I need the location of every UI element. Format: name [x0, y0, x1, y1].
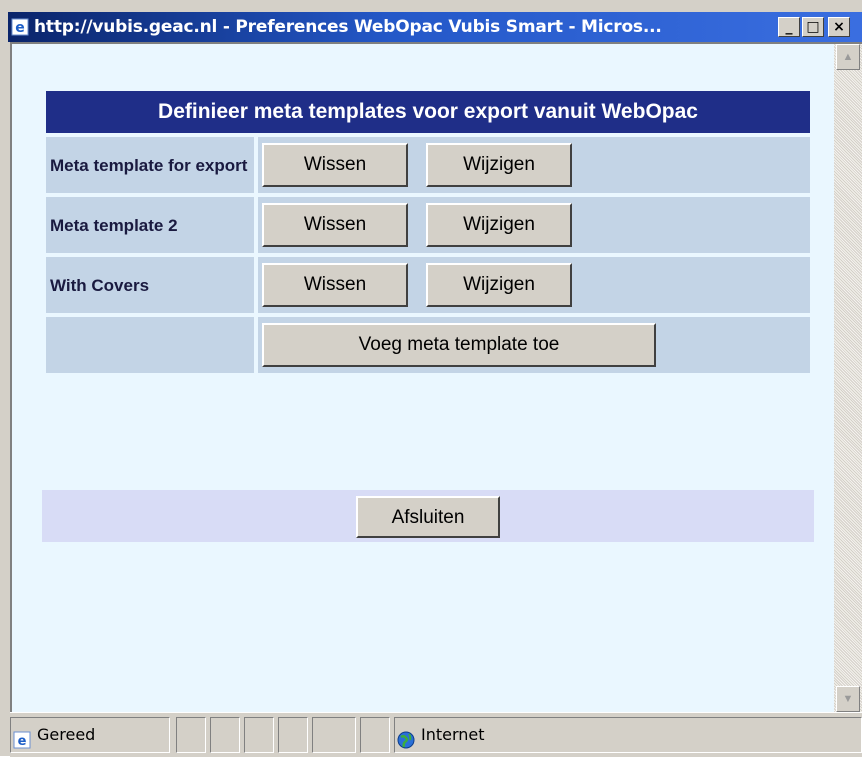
delete-template-button[interactable]: Wissen [262, 143, 408, 187]
zone-text: Internet [421, 725, 485, 744]
status-pane-empty [278, 717, 308, 753]
vertical-scrollbar[interactable]: ▲ ▼ [834, 44, 862, 712]
globe-icon [397, 727, 415, 748]
status-pane-empty [360, 717, 390, 753]
status-pane: e Gereed [10, 717, 170, 753]
template-row: With Covers Wissen Wijzigen [46, 257, 810, 313]
template-actions: Wissen Wijzigen [258, 137, 810, 193]
scroll-down-button[interactable]: ▼ [836, 686, 860, 712]
maximize-icon: □ [806, 19, 820, 35]
edit-template-button[interactable]: Wijzigen [426, 263, 572, 307]
title-bar[interactable]: e http://vubis.geac.nl - Preferences Web… [8, 12, 862, 42]
svg-text:e: e [18, 734, 27, 749]
zone-pane: Internet [394, 717, 862, 753]
empty-label-cell [46, 317, 254, 373]
add-actions: Voeg meta template toe [258, 317, 810, 373]
delete-template-button[interactable]: Wissen [262, 263, 408, 307]
svg-text:e: e [15, 20, 25, 36]
footer-bar: Afsluiten [42, 490, 814, 542]
status-pane-empty [244, 717, 274, 753]
status-pane-empty [312, 717, 356, 753]
arrow-down-icon: ▼ [842, 693, 854, 705]
maximize-button[interactable]: □ [802, 17, 824, 37]
add-row: Voeg meta template toe [46, 317, 810, 373]
close-button[interactable]: Afsluiten [356, 496, 500, 538]
status-pane-empty [176, 717, 206, 753]
minimize-button[interactable]: _ [778, 17, 800, 37]
arrow-up-icon: ▲ [842, 51, 854, 63]
delete-template-button[interactable]: Wissen [262, 203, 408, 247]
status-text: Gereed [37, 725, 96, 744]
templates-table: Definieer meta templates voor export van… [42, 87, 814, 377]
browser-window: e http://vubis.geac.nl - Preferences Web… [0, 0, 862, 757]
ie-page-icon: e [10, 17, 30, 37]
template-name: Meta template for export [46, 137, 254, 193]
template-row: Meta template for export Wissen Wijzigen [46, 137, 810, 193]
edit-template-button[interactable]: Wijzigen [426, 203, 572, 247]
template-actions: Wissen Wijzigen [258, 257, 810, 313]
close-window-button[interactable]: × [828, 17, 850, 37]
template-row: Meta template 2 Wissen Wijzigen [46, 197, 810, 253]
template-name: With Covers [46, 257, 254, 313]
minimize-icon: _ [785, 19, 793, 35]
window-title: http://vubis.geac.nl - Preferences WebOp… [34, 17, 662, 37]
template-name: Meta template 2 [46, 197, 254, 253]
add-template-button[interactable]: Voeg meta template toe [262, 323, 656, 367]
ie-page-icon: e [13, 727, 31, 749]
content-frame: Definieer meta templates voor export van… [10, 42, 862, 712]
page-heading: Definieer meta templates voor export van… [46, 91, 810, 133]
edit-template-button[interactable]: Wijzigen [426, 143, 572, 187]
close-icon: × [833, 19, 845, 35]
page-content: Definieer meta templates voor export van… [12, 44, 834, 712]
status-pane-empty [210, 717, 240, 753]
status-bar: e Gereed Internet [10, 712, 862, 757]
template-actions: Wissen Wijzigen [258, 197, 810, 253]
scroll-up-button[interactable]: ▲ [836, 44, 860, 70]
